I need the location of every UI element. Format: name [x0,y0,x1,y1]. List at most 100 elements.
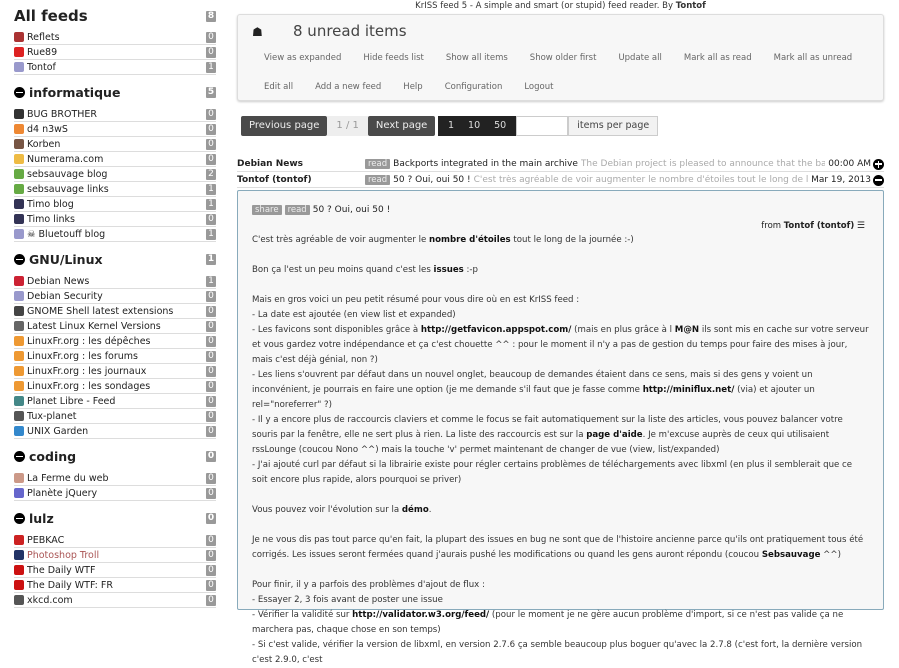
menu-help[interactable]: Help [403,82,422,92]
menu-update-all[interactable]: Update all [618,53,661,63]
ipp-10-button[interactable]: 10 [461,116,488,136]
list-item[interactable]: Debian News read Backports integrated in… [237,157,884,172]
article-header: share read 50 ? Oui, oui 50 ! [252,205,869,215]
feed-item[interactable]: Planète jQuery 0 [14,486,216,501]
article-text: Vous pouvez voir l'évolution sur la [252,505,402,515]
expand-icon[interactable] [873,158,884,170]
item-source[interactable]: Tontof (tontof) [237,175,365,185]
article-link[interactable]: http://validator.w3.org/feed/ [352,610,489,620]
article-link[interactable]: http://miniflux.net/ [643,385,735,395]
feed-item[interactable]: Debian Security 0 [14,289,216,304]
collapse-folder-icon[interactable] [14,512,25,524]
feed-item[interactable]: LinuxFr.org : les sondages 0 [14,379,216,394]
share-button[interactable]: share [252,205,282,215]
menu-hide-feeds-list[interactable]: Hide feeds list [363,53,424,63]
previous-page-button[interactable]: Previous page [241,116,328,136]
folder-header[interactable]: GNU/Linux 1 [14,248,216,270]
feed-item[interactable]: Planet Libre - Feed 0 [14,394,216,409]
item-title[interactable]: 50 ? Oui, oui 50 ! [393,175,470,185]
rss-icon[interactable]: ☰ [857,221,865,231]
collapse-folder-icon[interactable] [14,450,25,462]
article-link[interactable]: nombre d'étoiles [429,235,511,245]
source-link[interactable]: Tontof (tontof) [784,221,854,231]
items-per-page-button[interactable]: items per page [568,116,659,136]
menu-show-older-first[interactable]: Show older first [530,53,597,63]
feed-item[interactable]: xkcd.com 0 [14,593,216,608]
article-link[interactable]: issues [434,265,464,275]
folder-header[interactable]: coding 0 [14,445,216,467]
all-feeds-header[interactable]: All feeds 8 [14,6,216,26]
mark-read-button[interactable]: read [284,205,310,215]
folder-name: coding [29,448,77,464]
feed-item[interactable]: Photoshop Troll 0 [14,548,216,563]
collapse-folder-icon[interactable] [14,253,25,265]
feed-item[interactable]: UNIX Garden 0 [14,424,216,439]
read-tag[interactable]: read [365,175,391,185]
article-title[interactable]: 50 ? Oui, oui 50 ! [313,205,390,215]
feed-item[interactable]: LinuxFr.org : les dépêches 0 [14,334,216,349]
items-per-page-input[interactable] [516,116,569,136]
ipp-1-button[interactable]: 1 [438,116,462,136]
feed-item[interactable]: ☠ Bluetouff blog 1 [14,227,216,242]
feed-item[interactable]: Numerama.com 0 [14,152,216,167]
pagination: Previous page 1 / 1 Next page [241,116,436,136]
collapse-icon[interactable] [873,174,884,186]
home-icon[interactable]: ☗ [252,25,263,39]
feed-item[interactable]: BUG BROTHER 0 [14,107,216,122]
item-title[interactable]: Backports integrated in the main archive [393,159,578,169]
feed-item[interactable]: LinuxFr.org : les journaux 0 [14,364,216,379]
menu-logout[interactable]: Logout [524,82,553,92]
menu-mark-all-as-unread[interactable]: Mark all as unread [774,53,853,63]
feed-name: sebsauvage links [27,183,109,195]
feed-item[interactable]: Reflets 0 [14,30,216,45]
ipp-50-button[interactable]: 50 [487,116,517,136]
menu-edit-all[interactable]: Edit all [264,82,293,92]
collapse-folder-icon[interactable] [14,86,25,98]
article-text: tout le long de la journée :-) [510,235,634,245]
author-link[interactable]: Tontof [676,1,706,11]
folder-header[interactable]: informatique 5 [14,81,216,103]
feed-item[interactable]: sebsauvage links 1 [14,182,216,197]
item-source[interactable]: Debian News [237,159,365,169]
unread-count-badge: 0 [206,213,216,225]
unread-count-badge: 0 [206,487,216,499]
read-tag[interactable]: read [365,159,391,169]
feed-favicon-icon [14,580,24,590]
menu-configuration[interactable]: Configuration [445,82,503,92]
feed-item[interactable]: PEBKAC 0 [14,533,216,548]
feed-name: LinuxFr.org : les forums [27,350,138,362]
menu-show-all-items[interactable]: Show all items [446,53,508,63]
feed-item[interactable]: La Ferme du web 0 [14,471,216,486]
feed-item[interactable]: Tux-planet 0 [14,409,216,424]
article-link[interactable]: démo [402,505,429,515]
feed-item[interactable]: Debian News 1 [14,274,216,289]
article-link[interactable]: page d'aide [586,430,642,440]
article-source: from Tontof (tontof) ☰ [252,221,865,231]
feed-item[interactable]: sebsauvage blog 2 [14,167,216,182]
article-link[interactable]: Sebsauvage [762,550,821,560]
article-link[interactable]: M@N [675,325,699,335]
article-link[interactable]: http://getfavicon.appspot.com/ [421,325,572,335]
menu-add-a-new-feed[interactable]: Add a new feed [315,82,381,92]
next-page-button[interactable]: Next page [367,116,436,136]
feed-item[interactable]: Timo links 0 [14,212,216,227]
menu-mark-all-as-read[interactable]: Mark all as read [684,53,752,63]
feed-item[interactable]: LinuxFr.org : les forums 0 [14,349,216,364]
menu-view-as-expanded[interactable]: View as expanded [264,53,341,63]
feed-name: sebsauvage blog [27,168,108,180]
unread-count-badge: 0 [206,579,216,591]
feed-item[interactable]: Latest Linux Kernel Versions 0 [14,319,216,334]
feed-item[interactable]: GNOME Shell latest extensions 0 [14,304,216,319]
feed-item[interactable]: Korben 0 [14,137,216,152]
feed-item[interactable]: Tontof 1 [14,60,216,75]
feed-item[interactable]: The Daily WTF: FR 0 [14,578,216,593]
list-item[interactable]: Tontof (tontof) read 50 ? Oui, oui 50 ! … [237,173,884,188]
feed-item[interactable]: The Daily WTF 0 [14,563,216,578]
feed-item[interactable]: d4 n3wS 0 [14,122,216,137]
feed-item[interactable]: Rue89 0 [14,45,216,60]
feed-item[interactable]: Timo blog 1 [14,197,216,212]
folder-header[interactable]: lulz 0 [14,507,216,529]
feed-name: Tontof [27,61,56,73]
app-title: KrISS feed 5 - A simple and smart (or st… [237,0,884,14]
ungrouped-feeds: Reflets 0 Rue89 0 Tontof 1 [14,30,216,75]
